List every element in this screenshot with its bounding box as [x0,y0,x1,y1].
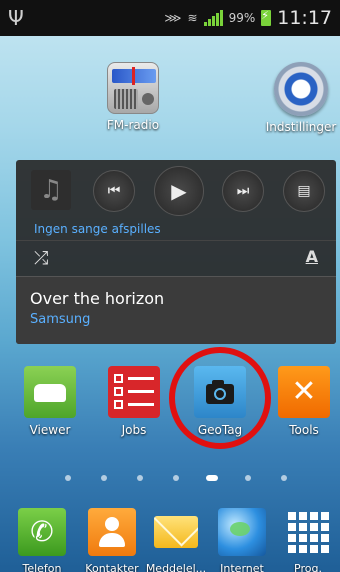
page-dot[interactable] [137,475,143,481]
song-title: Over the horizon [30,289,165,308]
settings-gear-icon [274,62,328,116]
no-songs-text: Ingen sange afspilles [34,222,161,236]
dock-label: Kontakter [85,562,139,572]
dock-label: Internet [220,562,264,572]
app-label: Indstillinger [265,120,337,134]
app-tools[interactable]: ✕ Tools [270,366,338,437]
signal-icon [203,10,223,26]
artist-name: Samsung [30,312,91,327]
music-player-widget[interactable]: ♫ ⏮ ▶ ⏭ ▤ Ingen sange afspilles ⤮ A Over… [16,160,336,344]
geotag-highlight-circle [169,347,271,449]
apps-grid-icon [284,508,332,556]
phone-icon: ✆ [18,508,66,556]
battery-percent: 99% [228,11,256,25]
dock-label: Meddelel... [145,562,207,572]
app-label: Viewer [29,423,71,437]
now-playing-info[interactable]: Over the horizon Samsung [16,276,336,344]
fm-radio-icon [107,62,159,114]
play-button[interactable]: ▶ [154,166,204,216]
page-indicator[interactable] [0,473,340,485]
shuffle-button[interactable]: ⤮ [34,248,48,269]
wifi-icon: ≋ [187,11,198,25]
dock-label: Telefon [22,562,62,572]
page-dot-active[interactable] [206,475,218,481]
nfc-icon: ⋙ [164,11,182,25]
page-dot[interactable] [173,475,179,481]
previous-track-button[interactable]: ⏮ [93,170,135,212]
page-dot[interactable] [65,475,71,481]
app-label: Tools [289,423,319,437]
page-dot[interactable] [281,475,287,481]
app-label: FM-radio [106,118,160,132]
car-icon [24,366,76,418]
app-jobs[interactable]: Jobs [100,366,168,437]
app-settings[interactable]: Indstillinger [256,62,340,134]
clock: 11:17 [277,7,332,29]
app-fm-radio[interactable]: FM-radio [88,62,178,132]
battery-charging-icon [261,9,272,26]
tools-icon: ✕ [278,366,330,418]
dock-label: Prog. [294,562,322,572]
dock-apps[interactable]: Prog. [276,508,340,572]
repeat-button[interactable]: A [306,247,318,266]
next-track-button[interactable]: ⏭ [222,170,264,212]
playlist-button[interactable]: ▤ [283,170,325,212]
contacts-icon [88,508,136,556]
globe-icon [218,508,266,556]
message-icon [152,508,200,556]
page-dot[interactable] [101,475,107,481]
status-icons: ⋙ ≋ 99% 11:17 [164,7,332,29]
dock-contacts[interactable]: Kontakter [80,508,144,572]
app-viewer[interactable]: Viewer [16,366,84,437]
dock-internet[interactable]: Internet [210,508,274,572]
status-bar: Ψ ⋙ ≋ 99% 11:17 [0,0,340,36]
dock-phone[interactable]: ✆ Telefon [10,508,74,572]
usb-icon: Ψ [8,6,24,30]
app-label: Jobs [121,423,147,437]
page-dot[interactable] [245,475,251,481]
dock-messages[interactable]: Meddelel... [144,508,208,572]
album-art-note-icon: ♫ [31,170,71,210]
checklist-icon [108,366,160,418]
